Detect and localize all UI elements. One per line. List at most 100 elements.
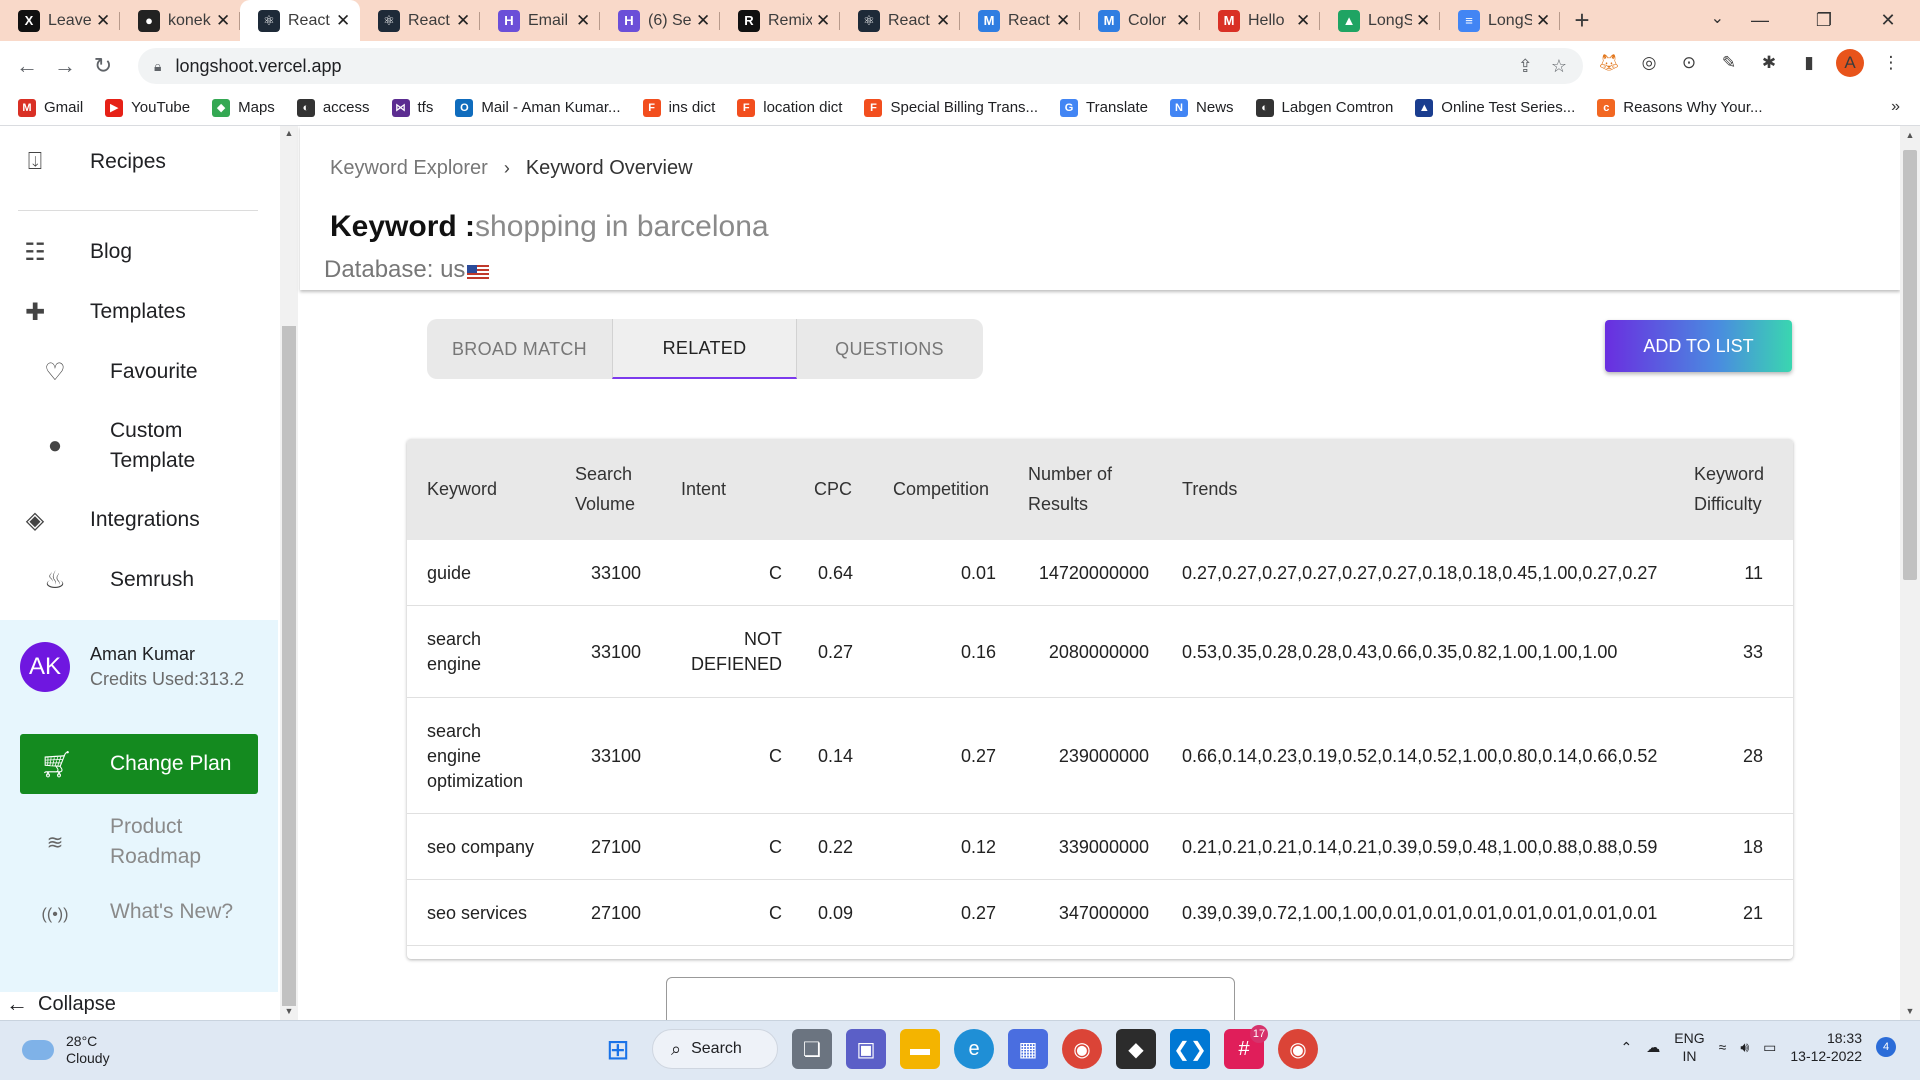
browser-tab[interactable]: ≡ LongS ✕	[1440, 0, 1560, 41]
collapse-button[interactable]: ← Collapse	[6, 991, 116, 1017]
close-tab-icon[interactable]: ✕	[1296, 11, 1312, 31]
sidebar-item-integrations[interactable]: ◈ Integrations	[0, 500, 278, 540]
windows-start-icon[interactable]: ⊞	[598, 1029, 638, 1069]
browser-tab[interactable]: R Remix ✕	[720, 0, 840, 41]
sidebar-item-blog[interactable]: ☷ Blog	[0, 232, 278, 272]
vscode-icon[interactable]: ❮❯	[1170, 1029, 1210, 1069]
table-row[interactable]: seo company 27100 C 0.22 0.12 339000000 0.21,0…	[407, 814, 1793, 880]
bookmark-item[interactable]: ◐ access	[296, 98, 370, 117]
metamask-icon[interactable]: 🦊︎	[1596, 50, 1622, 76]
scroll-up-arrow-icon[interactable]: ▲	[280, 128, 298, 138]
bookmark-item[interactable]: c Reasons Why Your...	[1597, 98, 1763, 117]
sidebar-item-favourite[interactable]: ♡ Favourite	[0, 352, 278, 392]
bookmark-item[interactable]: F Special Billing Trans...	[864, 98, 1038, 117]
close-tab-icon[interactable]: ✕	[216, 11, 232, 31]
wifi-icon[interactable]: ≈	[1719, 1039, 1727, 1055]
cell-keyword[interactable]: search engine	[427, 627, 481, 677]
menu-kebab-icon[interactable]: ⋮	[1878, 50, 1904, 76]
store-icon[interactable]: ▦	[1008, 1029, 1048, 1069]
close-tab-icon[interactable]: ✕	[1056, 11, 1072, 31]
browser-tab[interactable]: ⚛ React ✕	[840, 0, 960, 41]
bookmark-item[interactable]: Flocation dict	[737, 98, 842, 117]
eyedropper-icon[interactable]: ✎	[1716, 50, 1742, 76]
scroll-up-arrow-icon[interactable]: ▲	[1900, 130, 1920, 140]
onedrive-icon[interactable]: ☁	[1646, 1039, 1660, 1056]
tab-search-chevron-icon[interactable]: ⌄	[1711, 8, 1724, 28]
bookmark-item[interactable]: M Gmail	[18, 98, 83, 117]
sidebar-scrollbar[interactable]: ▲ ▼	[280, 126, 298, 1020]
minimize-icon[interactable]: —	[1728, 0, 1792, 41]
language-indicator[interactable]: ENG IN	[1674, 1029, 1704, 1065]
bookmark-item[interactable]: ◐ Labgen Comtron	[1255, 98, 1393, 117]
slack-icon[interactable]: #17	[1224, 1025, 1268, 1069]
column-header-competition[interactable]: Competition	[893, 474, 989, 504]
close-tab-icon[interactable]: ✕	[456, 11, 472, 31]
page-scrollbar[interactable]: ▲ ▼	[1900, 126, 1920, 1020]
share-icon[interactable]: ⇪	[1518, 56, 1533, 77]
sidebar-item-product-roadmap[interactable]: ≋ Product Roadmap	[0, 812, 278, 872]
table-row[interactable]: search engine optimization 33100 C 0.14 0.27 23…	[407, 698, 1793, 814]
bookmark-item[interactable]: N News	[1170, 98, 1234, 117]
sidebar-item-whats-new[interactable]: ((•)) What's New?	[0, 900, 278, 932]
tab-related[interactable]: RELATED	[612, 319, 797, 379]
close-tab-icon[interactable]: ✕	[1416, 11, 1432, 31]
sidebar-item-custom-template[interactable]: ● Custom Template	[0, 416, 278, 476]
scroll-down-arrow-icon[interactable]: ▼	[280, 1006, 298, 1016]
cell-keyword[interactable]: guide	[427, 561, 471, 586]
browser-tab[interactable]: X Leave ✕	[0, 0, 120, 41]
puzzle-icon[interactable]: ✱	[1756, 50, 1782, 76]
bookmark-item[interactable]: ▶ YouTube	[105, 98, 190, 117]
back-arrow-icon[interactable]: ←	[10, 49, 44, 83]
column-header-intent[interactable]: Intent	[681, 474, 726, 504]
bookmark-item[interactable]: G Translate	[1060, 98, 1148, 117]
chrome-icon[interactable]: ◉	[1278, 1029, 1318, 1069]
chevron-up-icon[interactable]: ⌃	[1621, 1039, 1633, 1056]
cell-keyword[interactable]: seo company	[427, 835, 534, 860]
lock-icon[interactable]: 🔒︎	[154, 58, 161, 75]
browser-tab[interactable]: M React ✕	[960, 0, 1080, 41]
sidebar-item-templates[interactable]: ✚ Templates	[0, 292, 278, 332]
close-window-icon[interactable]: ✕	[1856, 0, 1920, 41]
bookmark-item[interactable]: ◆ Maps	[212, 98, 275, 117]
teams-chat-icon[interactable]: ▣	[846, 1029, 886, 1069]
reload-icon[interactable]: ↻	[86, 49, 120, 83]
task-view-icon[interactable]: ❏	[792, 1029, 832, 1069]
browser-tab[interactable]: H Email ✕	[480, 0, 600, 41]
table-row[interactable]: guide 33100 C 0.64 0.01 14720000000 0.27,0.27,…	[407, 540, 1793, 606]
table-row[interactable]: seo services 27100 C 0.09 0.27 347000000 0.39,…	[407, 880, 1793, 946]
git-icon[interactable]: ◆	[1116, 1029, 1156, 1069]
file-explorer-icon[interactable]: ▬	[900, 1029, 940, 1069]
browser-tab[interactable]: M Color ✕	[1080, 0, 1200, 41]
tab-broad-match[interactable]: BROAD MATCH	[427, 319, 612, 379]
column-header-results[interactable]: Number of Results	[1028, 459, 1112, 519]
close-tab-icon[interactable]: ✕	[336, 11, 352, 31]
browser-tab[interactable]: M Hello ✕	[1200, 0, 1320, 41]
close-tab-icon[interactable]: ✕	[96, 11, 112, 31]
address-bar[interactable]: 🔒︎ longshoot.vercel.app ⇪ ☆	[138, 48, 1583, 84]
extension-code-icon[interactable]: ⊙	[1676, 50, 1702, 76]
profile-avatar[interactable]: A	[1836, 49, 1864, 77]
volume-icon[interactable]: 🔊︎	[1740, 1039, 1749, 1056]
page-scroll-thumb[interactable]	[1903, 150, 1917, 580]
sidebar-item-recipes[interactable]: ⍗ Recipes	[0, 142, 278, 182]
clock[interactable]: 18:33 13-12-2022	[1790, 1029, 1862, 1065]
notification-badge[interactable]: 4	[1876, 1037, 1896, 1057]
bookmark-item[interactable]: ▲ Online Test Series...	[1415, 98, 1575, 117]
sidebar-scroll-thumb[interactable]	[282, 326, 296, 1006]
forward-arrow-icon[interactable]: →	[48, 49, 82, 83]
bookmark-item[interactable]: Fins dict	[642, 98, 715, 117]
battery-icon[interactable]: ▭	[1763, 1039, 1776, 1056]
column-header-trends[interactable]: Trends	[1182, 474, 1237, 504]
column-header-keyword[interactable]: Keyword	[427, 474, 497, 504]
close-tab-icon[interactable]: ✕	[576, 11, 592, 31]
weather-widget[interactable]: 28°C Cloudy	[22, 1033, 110, 1067]
bookmark-item[interactable]: O Mail - Aman Kumar...	[455, 98, 621, 117]
more-bookmarks-icon[interactable]: »	[1891, 98, 1900, 116]
side-panel-icon[interactable]: ▮	[1796, 50, 1822, 76]
bookmark-item[interactable]: ⋈ tfs	[391, 98, 433, 117]
breadcrumb-parent-link[interactable]: Keyword Explorer	[330, 157, 488, 180]
new-tab-button[interactable]: +	[1560, 0, 1604, 41]
browser-tab[interactable]: ⚛ React ✕	[360, 0, 480, 41]
edge-icon[interactable]: e	[954, 1029, 994, 1069]
extension-circle-icon[interactable]: ◎	[1636, 50, 1662, 76]
